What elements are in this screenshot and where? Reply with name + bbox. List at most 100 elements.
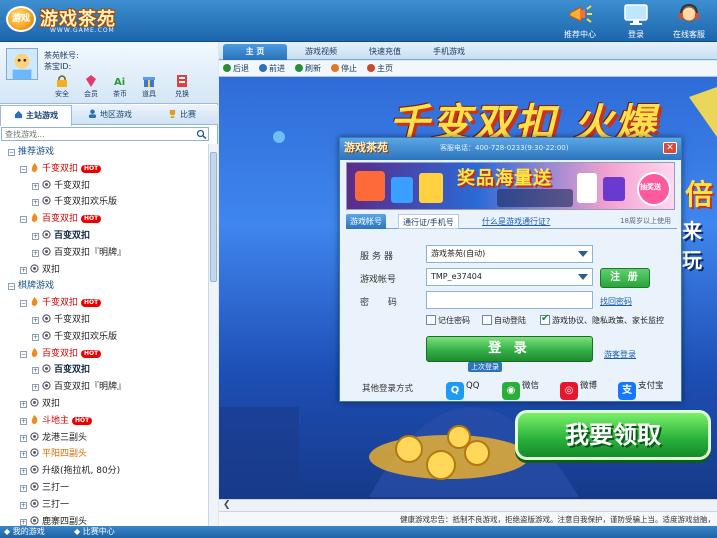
tree-category[interactable]: − 棋牌游戏 <box>0 278 208 295</box>
chevron-down-icon[interactable] <box>578 251 588 257</box>
tab-passport-phone[interactable]: 通行证/手机号 <box>398 214 459 229</box>
search-icon[interactable] <box>196 129 207 139</box>
nav-recommend-center[interactable]: 推荐中心 <box>552 0 608 42</box>
collapse-icon[interactable]: − <box>20 300 27 308</box>
forgot-password-link[interactable]: 找回密码 <box>600 296 632 307</box>
register-button[interactable]: 注 册 <box>600 268 650 288</box>
tab-mobile-games[interactable]: 手机游戏 <box>419 44 479 60</box>
expand-icon[interactable]: + <box>20 266 27 274</box>
qq-login-button[interactable]: Q QQ <box>446 375 479 400</box>
checkbox-box[interactable] <box>482 315 492 325</box>
tree-item[interactable]: − 百变双扣 HOT <box>0 211 208 228</box>
expand-icon[interactable]: + <box>32 367 39 375</box>
quick-security[interactable]: 安全 <box>47 74 77 99</box>
wechat-login-button[interactable]: ◉ 微信 <box>502 375 539 400</box>
expand-icon[interactable]: + <box>20 451 27 459</box>
account-select[interactable]: TMP_e37404 <box>426 268 593 286</box>
dialog-banner[interactable]: 奖品海量送 抽奖送 <box>346 162 675 210</box>
collapse-icon[interactable]: − <box>8 283 15 291</box>
stop-button[interactable]: 停止 <box>331 63 357 75</box>
quick-props[interactable]: 道具 <box>134 74 164 99</box>
tree-item[interactable]: + 双扣 <box>0 262 208 279</box>
password-field[interactable] <box>426 291 593 309</box>
tab-main-games[interactable]: 主站游戏 <box>0 105 72 126</box>
forward-button[interactable]: 前进 <box>259 63 285 75</box>
collapse-icon[interactable]: − <box>20 350 27 358</box>
expand-icon[interactable]: + <box>20 468 27 476</box>
tree-item[interactable]: + 双扣 <box>0 396 208 413</box>
tree-item[interactable]: + 千变双扣欢乐版 <box>0 329 208 346</box>
expand-icon[interactable]: + <box>20 501 27 509</box>
claim-button[interactable]: 我要领取 <box>515 410 711 460</box>
login-button[interactable]: 登 录 <box>426 336 593 362</box>
tab-home[interactable]: 主 页 <box>223 44 287 60</box>
collapse-icon[interactable]: − <box>8 149 15 156</box>
scrollbar-thumb[interactable] <box>210 152 217 282</box>
tree-item[interactable]: + 千变双扣 <box>0 312 208 329</box>
tab-region-games[interactable]: 地区游戏 <box>74 105 146 125</box>
expand-icon[interactable]: + <box>32 333 39 341</box>
remember-password-checkbox[interactable]: 记住密码 <box>426 315 470 326</box>
nav-online-service[interactable]: 在线客服 <box>661 0 717 42</box>
quick-coin[interactable]: Ai 茶币 <box>105 74 135 99</box>
tab-match[interactable]: 比赛 <box>148 105 216 125</box>
tree-category[interactable]: − 推荐游戏 <box>0 144 208 161</box>
tree-item[interactable]: + 龙港三副头 <box>0 430 208 447</box>
homepage-button[interactable]: 主页 <box>367 63 393 75</box>
expand-icon[interactable]: + <box>32 182 39 190</box>
tree-item[interactable]: + 百变双扣『明牌』 <box>0 379 208 396</box>
horizontal-scrollbar[interactable]: ❮ <box>219 499 717 511</box>
collapse-icon[interactable]: − <box>20 165 27 173</box>
expand-icon[interactable]: + <box>20 434 27 442</box>
tab-my-games[interactable]: ◆ 我的游戏 <box>4 526 45 538</box>
tree-item[interactable]: − 千变双扣 HOT <box>0 161 208 178</box>
expand-icon[interactable]: + <box>32 316 39 324</box>
server-select[interactable]: 游戏茶苑(自动) <box>426 245 593 263</box>
tree-item[interactable]: + 三打一 <box>0 497 208 514</box>
tree-item[interactable]: + 平阳四副头 <box>0 446 208 463</box>
search-input[interactable] <box>2 128 192 140</box>
expand-icon[interactable]: + <box>20 484 27 492</box>
checkbox-box[interactable] <box>540 313 550 325</box>
tab-game-video[interactable]: 游戏视频 <box>291 44 351 60</box>
weibo-login-button[interactable]: ◎ 微博 <box>560 375 597 400</box>
tree-item[interactable]: + 百变双扣 <box>0 362 208 379</box>
auto-login-checkbox[interactable]: 自动登陆 <box>482 315 526 326</box>
tree-item[interactable]: + 百变双扣『明牌』 <box>0 245 208 262</box>
alipay-login-button[interactable]: 支支付宝 <box>618 375 664 400</box>
what-is-passport-link[interactable]: 什么是游戏通行证? <box>482 216 550 227</box>
expand-icon[interactable]: + <box>32 384 39 392</box>
agreement-checkbox[interactable]: 游戏协议、隐私政策、家长监控 <box>540 313 664 326</box>
expand-icon[interactable]: + <box>20 417 27 425</box>
quick-exchange[interactable]: 兑换 <box>167 74 197 99</box>
tree-item[interactable]: + 千变双扣欢乐版 <box>0 194 208 211</box>
chevron-down-icon[interactable] <box>578 274 588 280</box>
avatar[interactable] <box>6 48 38 80</box>
tree-item[interactable]: − 百变双扣 HOT <box>0 346 208 363</box>
expand-icon[interactable]: + <box>32 249 39 257</box>
tree-item[interactable]: + 升级(拖拉机, 80分) <box>0 463 208 480</box>
guest-login-link[interactable]: 游客登录 <box>604 349 636 360</box>
back-button[interactable]: 后退 <box>223 63 249 75</box>
expand-icon[interactable]: + <box>20 518 27 526</box>
tree-item[interactable]: − 千变双扣 HOT <box>0 295 208 312</box>
expand-icon[interactable]: + <box>32 199 39 207</box>
tab-quick-recharge[interactable]: 快速充值 <box>355 44 415 60</box>
quick-member[interactable]: 会员 <box>76 74 106 99</box>
scroll-left-arrow[interactable]: ❮ <box>223 500 231 510</box>
expand-icon[interactable]: + <box>20 400 27 408</box>
tree-item[interactable]: + 斗地主 HOT <box>0 413 208 430</box>
refresh-button[interactable]: 刷新 <box>295 63 321 75</box>
tree-item[interactable]: + 三打一 <box>0 480 208 497</box>
checkbox-box[interactable] <box>426 315 436 325</box>
tree-item[interactable]: + 千变双扣 <box>0 178 208 195</box>
collapse-icon[interactable]: − <box>20 216 27 224</box>
tree-scrollbar[interactable] <box>208 144 218 526</box>
tab-match-center[interactable]: ◆ 比赛中心 <box>74 526 115 538</box>
nav-login[interactable]: 登录 <box>608 0 664 42</box>
tree-item[interactable]: + 鹿寨四副头 <box>0 514 208 526</box>
tree-item[interactable]: + 百变双扣 <box>0 228 208 245</box>
close-button[interactable]: ✕ <box>663 142 677 154</box>
tab-game-account[interactable]: 游戏帐号 <box>346 214 386 229</box>
expand-icon[interactable]: + <box>32 232 39 240</box>
